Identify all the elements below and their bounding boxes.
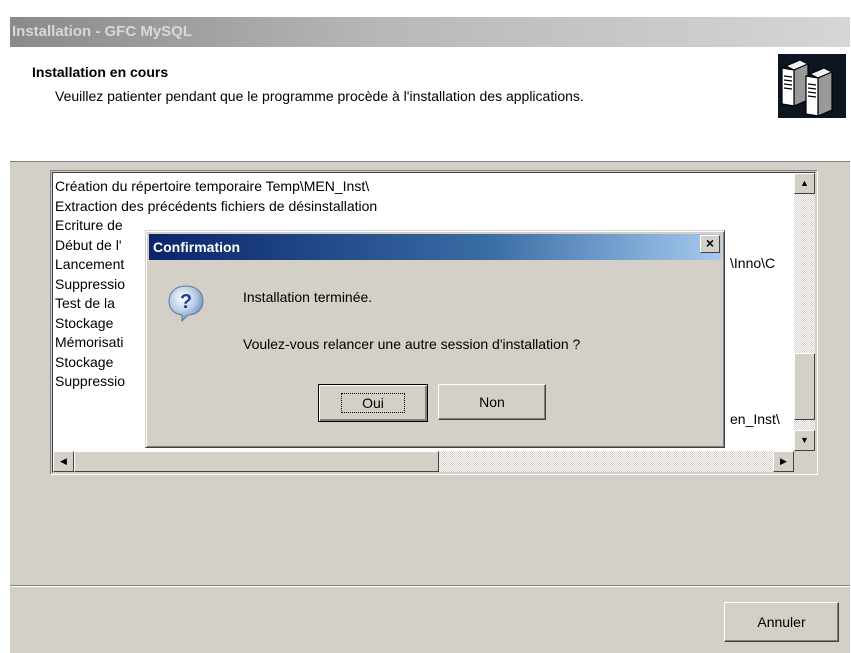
question-icon: ? [166, 283, 206, 323]
scroll-right-button[interactable]: ▶ [773, 451, 794, 472]
page-title: Installation en cours [32, 64, 169, 80]
scroll-left-button[interactable]: ◀ [53, 451, 74, 472]
scroll-up-button[interactable]: ▲ [794, 173, 815, 194]
scroll-down-button[interactable]: ▼ [794, 430, 815, 451]
wizard-header: Installation en cours Veuillez patienter… [10, 47, 850, 162]
close-icon[interactable]: × [700, 235, 720, 253]
list-item: Extraction des précédents fichiers de dé… [55, 197, 378, 214]
horizontal-scroll-thumb[interactable] [74, 451, 439, 472]
computer-servers-icon [778, 54, 846, 118]
page-description: Veuillez patienter pendant que le progra… [55, 88, 584, 104]
vertical-scroll-thumb[interactable] [794, 353, 815, 420]
footer-divider [10, 585, 850, 587]
cancel-button[interactable]: Annuler [724, 602, 839, 642]
svg-text:?: ? [180, 291, 192, 313]
confirmation-dialog: Confirmation × ? Installation terminée. … [145, 230, 725, 448]
no-button[interactable]: Non [438, 384, 546, 420]
horizontal-scrollbar[interactable]: ◀ ▶ [53, 451, 794, 472]
dialog-titlebar[interactable]: Confirmation [149, 234, 721, 260]
dialog-message: Installation terminée. [243, 289, 373, 305]
log-fragment: \Inno\C [730, 255, 776, 271]
dialog-question: Voulez-vous relancer une autre session d… [243, 336, 581, 352]
yes-button[interactable]: Oui [318, 384, 428, 422]
list-item: Création du répertoire temporaire Temp\M… [55, 178, 370, 194]
window-title: Installation - GFC MySQL [12, 23, 193, 40]
log-fragment: en_Inst\ [730, 411, 780, 427]
dialog-title: Confirmation [153, 239, 241, 255]
vertical-scrollbar[interactable]: ▲ ▼ [794, 173, 815, 451]
window-titlebar[interactable]: Installation - GFC MySQL [10, 17, 850, 47]
